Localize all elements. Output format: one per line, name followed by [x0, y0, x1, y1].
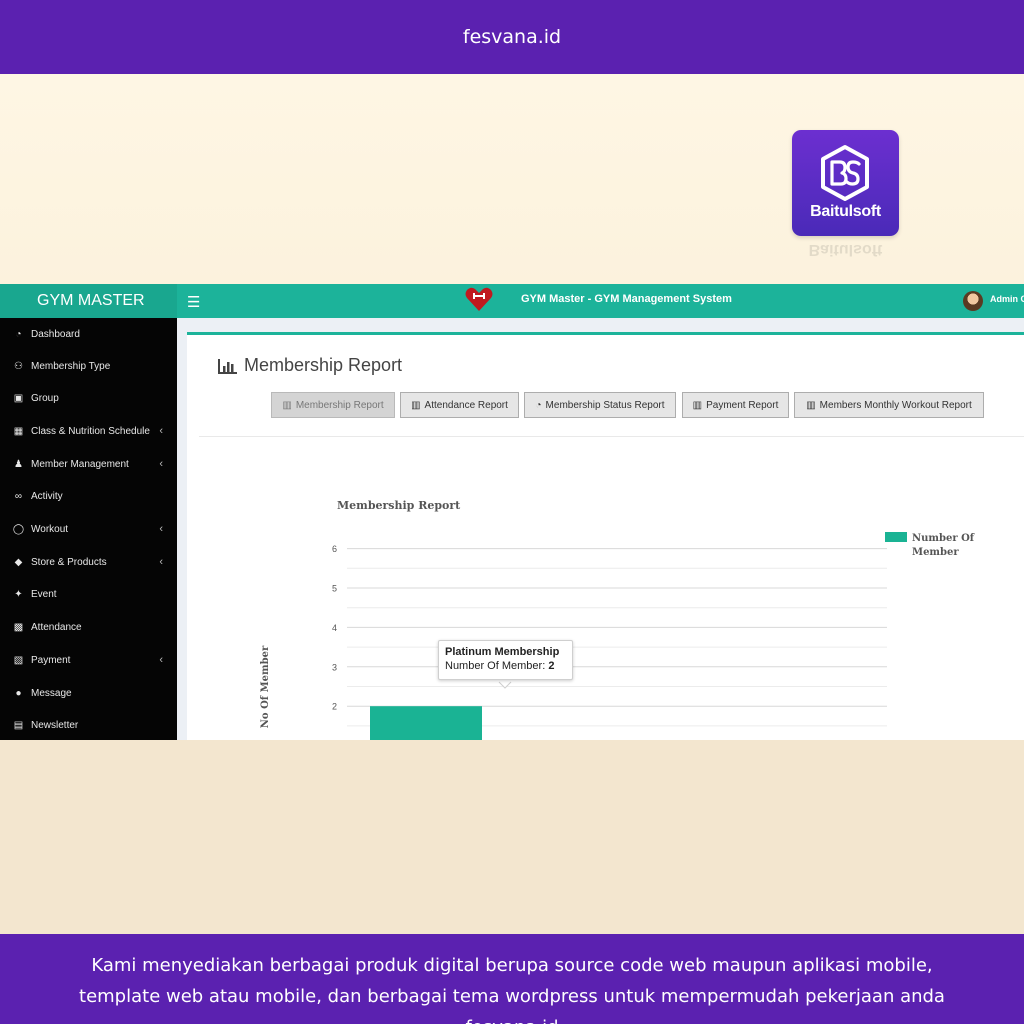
sidebar-item-newsletter[interactable]: ▤ Newsletter [0, 709, 177, 740]
top-banner: fesvana.id [0, 0, 1024, 74]
bottom-banner: Kami menyediakan berbagai produk digital… [0, 934, 1024, 1024]
sidebar-item-label: Newsletter [31, 719, 79, 731]
sidebar-item-activity[interactable]: ∞ Activity [0, 480, 177, 512]
chevron-left-icon: ‹ [159, 523, 163, 535]
chevron-left-icon: ‹ [159, 654, 163, 666]
calendar-icon: ▦ [13, 425, 24, 437]
app-header: GYM MASTER ☰ GYM Master - GYM Management… [0, 284, 1024, 318]
user-name[interactable]: Admin G [990, 294, 1024, 304]
sidebar-item-member-management[interactable]: ♟ Member Management ‹ [0, 448, 177, 480]
y-axis-label: No Of Member [260, 645, 271, 728]
sidebar-item-attendance[interactable]: ▩ Attendance [0, 611, 177, 643]
event-icon: ✦ [14, 588, 23, 600]
message-icon: ● [15, 687, 22, 699]
y-tick-label: 4 [332, 623, 337, 633]
sidebar-item-workout[interactable]: ◯ Workout ‹ [0, 513, 177, 545]
logo-reflection-text: Baitulsoft [808, 241, 883, 258]
tooltip-label: Number Of Member: [445, 660, 546, 672]
footer-line: template web atau mobile, dan berbagai t… [79, 986, 945, 1007]
tag-icon: ◆ [14, 556, 23, 568]
bar [370, 706, 482, 740]
sidebar-item-label: Store & Products [31, 556, 107, 568]
attendance-icon: ▩ [13, 621, 24, 633]
sidebar-item-dashboard[interactable]: ◔ Dashboard [0, 318, 177, 350]
dashboard-icon: ◔ [15, 328, 22, 340]
sidebar-item-payment[interactable]: ▧ Payment ‹ [0, 644, 177, 676]
logo-text: Baitulsoft [810, 203, 881, 220]
y-tick-label: 6 [332, 544, 337, 554]
sidebar-item-label: Class & Nutrition Schedule [31, 425, 150, 437]
app-window: GYM MASTER ☰ GYM Master - GYM Management… [0, 284, 1024, 740]
chevron-left-icon: ‹ [159, 556, 163, 568]
sidebar-item-group[interactable]: ▣ Group [0, 382, 177, 414]
bs-monogram-icon [821, 145, 869, 201]
newsletter-icon: ▤ [13, 719, 24, 731]
bicycle-icon: ∞ [14, 490, 23, 502]
main-content: Membership Report ▥ Membership Report ▥ … [177, 318, 1024, 740]
sidebar-item-label: Message [31, 687, 72, 699]
tooltip-value: 2 [548, 660, 555, 672]
sidebar-item-label: Activity [31, 490, 63, 502]
sidebar-item-class-schedule[interactable]: ▦ Class & Nutrition Schedule ‹ [0, 415, 177, 447]
sidebar-item-label: Member Management [31, 458, 129, 470]
footer-line: Kami menyediakan berbagai produk digital… [91, 955, 933, 976]
promo-background-lower [0, 740, 1024, 934]
sidebar-item-membership-type[interactable]: ⚇ Membership Type [0, 350, 177, 382]
sidebar-item-event[interactable]: ✦ Event [0, 578, 177, 610]
sidebar-item-label: Workout [31, 523, 69, 535]
chevron-left-icon: ‹ [159, 425, 163, 437]
footer-line: fesvana.id [0, 1012, 1024, 1024]
hamburger-menu-icon[interactable]: ☰ [187, 293, 200, 311]
membership-bar-chart: Membership ReportNo Of Member123456Numbe… [260, 499, 975, 740]
payment-icon: ▧ [13, 654, 24, 666]
sidebar-item-label: Event [31, 588, 57, 600]
sidebar-item-label: Membership Type [31, 360, 111, 372]
workout-icon: ◯ [12, 523, 25, 535]
app-brand[interactable]: GYM MASTER [0, 284, 177, 318]
chart-title: Membership Report [337, 499, 461, 512]
avatar[interactable] [963, 291, 983, 311]
tooltip-title: Platinum Membership [445, 646, 560, 658]
group-icon: ▣ [13, 392, 24, 404]
sidebar: ◔ Dashboard ⚇ Membership Type ▣ Group ▦ … [0, 318, 177, 740]
users-icon: ⚇ [14, 360, 23, 372]
chart-tooltip: Platinum Membership Number Of Member: 2 [438, 640, 573, 680]
sidebar-item-label: Attendance [31, 621, 82, 633]
legend-swatch [885, 532, 907, 542]
gym-logo-icon [465, 287, 493, 311]
chevron-left-icon: ‹ [159, 458, 163, 470]
y-tick-label: 3 [332, 662, 337, 672]
legend-label: Member [912, 547, 959, 558]
report-panel: Membership Report ▥ Membership Report ▥ … [187, 332, 1024, 740]
baitulsoft-logo: Baitulsoft [792, 130, 899, 236]
sidebar-item-label: Payment [31, 654, 71, 666]
sidebar-item-store-products[interactable]: ◆ Store & Products ‹ [0, 546, 177, 578]
sidebar-item-message[interactable]: ● Message [0, 677, 177, 709]
user-icon: ♟ [14, 458, 23, 470]
y-tick-label: 2 [332, 702, 337, 712]
app-title: GYM Master - GYM Management System [521, 293, 732, 305]
legend-label: Number Of [912, 533, 975, 544]
logo-reflection: Baitulsoft [792, 238, 899, 268]
tooltip-value-row: Number Of Member: 2 [445, 660, 566, 672]
sidebar-item-label: Dashboard [31, 328, 80, 340]
site-name: fesvana.id [462, 26, 562, 48]
y-tick-label: 5 [332, 584, 337, 594]
sidebar-item-label: Group [31, 392, 59, 404]
tooltip-pointer [498, 681, 512, 689]
